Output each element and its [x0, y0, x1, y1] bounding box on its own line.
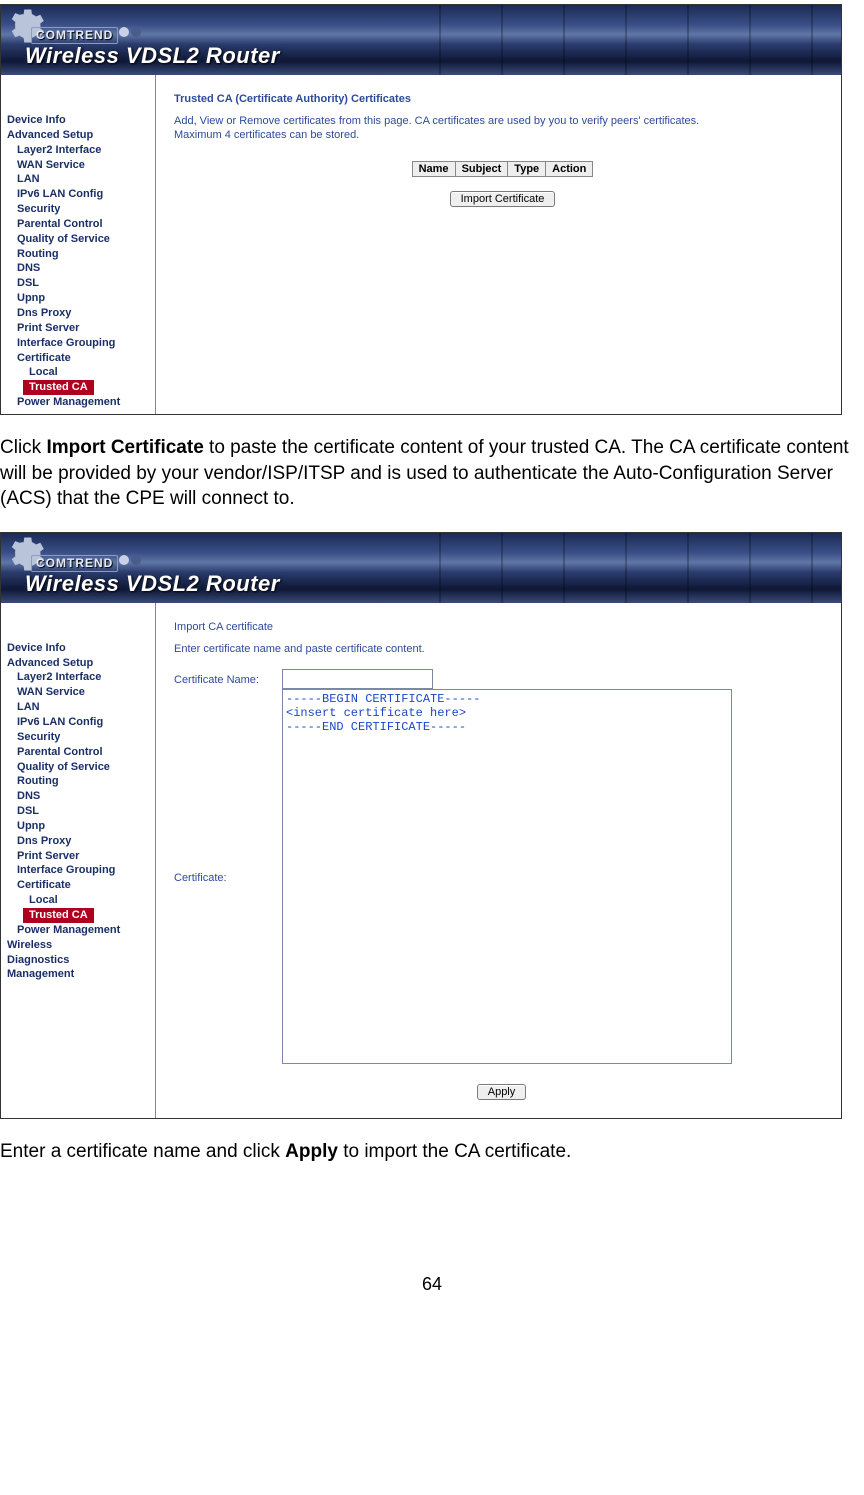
sidebar-item[interactable]: Certificate [7, 878, 155, 893]
apply-button[interactable]: Apply [477, 1084, 527, 1100]
sidebar-item[interactable]: Local [7, 893, 155, 908]
page-desc: Enter certificate name and paste certifi… [174, 643, 829, 655]
sidebar-item[interactable]: LAN [7, 700, 155, 715]
brand-label: COMTREND [31, 555, 118, 572]
sidebar-item[interactable]: Power Management [7, 395, 155, 410]
sidebar-item[interactable]: Quality of Service [7, 760, 155, 775]
status-dots [119, 27, 141, 37]
sidebar-item[interactable]: Management [7, 967, 155, 982]
sidebar-item[interactable]: Security [7, 202, 155, 217]
cert-name-label: Certificate Name: [174, 672, 274, 686]
sidebar-item[interactable]: Routing [7, 774, 155, 789]
sidebar-item[interactable]: Print Server [7, 849, 155, 864]
status-dots [119, 555, 141, 565]
nav-sidebar: Device InfoAdvanced SetupLayer2 Interfac… [1, 75, 156, 414]
sidebar-item[interactable]: Diagnostics [7, 953, 155, 968]
sidebar-item[interactable]: Dns Proxy [7, 306, 155, 321]
sidebar-item[interactable]: IPv6 LAN Config [7, 715, 155, 730]
page-desc-2: Maximum 4 certificates can be stored. [174, 129, 831, 141]
certificates-table: NameSubjectTypeAction [412, 161, 594, 177]
banner-decor-bars [379, 5, 841, 75]
content-import-ca: Import CA certificate Enter certificate … [156, 603, 841, 1118]
sidebar-item[interactable]: LAN [7, 172, 155, 187]
router-screenshot-2: COMTREND Wireless VDSL2 Router Device In… [0, 532, 842, 1119]
sidebar-item[interactable]: Layer2 Interface [7, 670, 155, 685]
sidebar-item[interactable]: Interface Grouping [7, 863, 155, 878]
sidebar-item[interactable]: Upnp [7, 819, 155, 834]
doc-paragraph-1: Click Import Certificate to paste the ce… [0, 435, 864, 512]
page-number: 64 [0, 1274, 864, 1295]
sidebar-item[interactable]: DNS [7, 789, 155, 804]
sidebar-item[interactable]: WAN Service [7, 158, 155, 173]
sidebar-item[interactable]: Device Info [7, 113, 155, 128]
sidebar-item[interactable]: DSL [7, 804, 155, 819]
sidebar-item[interactable]: Advanced Setup [7, 656, 155, 671]
sidebar-item[interactable]: DSL [7, 276, 155, 291]
sidebar-item[interactable]: Dns Proxy [7, 834, 155, 849]
page-title: Trusted CA (Certificate Authority) Certi… [174, 93, 831, 105]
table-header: Type [508, 162, 546, 177]
router-screenshot-1: COMTREND Wireless VDSL2 Router Device In… [0, 4, 842, 415]
content-trusted-ca-list: Trusted CA (Certificate Authority) Certi… [156, 75, 841, 414]
sidebar-item[interactable]: WAN Service [7, 685, 155, 700]
cert-content-label: Certificate: [174, 689, 274, 1066]
sidebar-item[interactable]: Power Management [7, 923, 155, 938]
sidebar-item[interactable]: Parental Control [7, 745, 155, 760]
sidebar-item[interactable]: Parental Control [7, 217, 155, 232]
table-header: Name [412, 162, 455, 177]
banner-decor-bars [379, 533, 841, 603]
cert-name-input[interactable] [282, 669, 433, 689]
product-title: Wireless VDSL2 Router [25, 43, 280, 69]
sidebar-item[interactable]: Device Info [7, 641, 155, 656]
table-header: Action [546, 162, 593, 177]
sidebar-item[interactable]: Wireless [7, 938, 155, 953]
sidebar-item[interactable]: DNS [7, 261, 155, 276]
sidebar-item[interactable]: Routing [7, 247, 155, 262]
product-title: Wireless VDSL2 Router [25, 571, 280, 597]
sidebar-item[interactable]: Print Server [7, 321, 155, 336]
sidebar-item[interactable]: Security [7, 730, 155, 745]
doc-paragraph-2: Enter a certificate name and click Apply… [0, 1139, 864, 1165]
nav-sidebar: Device InfoAdvanced SetupLayer2 Interfac… [1, 603, 156, 1118]
sidebar-item[interactable]: IPv6 LAN Config [7, 187, 155, 202]
page-desc-1: Add, View or Remove certificates from th… [174, 115, 831, 127]
import-certificate-button[interactable]: Import Certificate [450, 191, 556, 207]
sidebar-item[interactable]: Trusted CA [23, 380, 94, 395]
brand-label: COMTREND [31, 27, 118, 44]
cert-content-textarea[interactable] [282, 689, 732, 1064]
sidebar-item[interactable]: Upnp [7, 291, 155, 306]
router-banner: COMTREND Wireless VDSL2 Router [1, 5, 841, 75]
sidebar-item[interactable]: Advanced Setup [7, 128, 155, 143]
sidebar-item[interactable]: Trusted CA [23, 908, 94, 923]
sidebar-item[interactable]: Certificate [7, 351, 155, 366]
page-title: Import CA certificate [174, 621, 829, 633]
sidebar-item[interactable]: Local [7, 365, 155, 380]
sidebar-item[interactable]: Layer2 Interface [7, 143, 155, 158]
sidebar-item[interactable]: Quality of Service [7, 232, 155, 247]
sidebar-item[interactable]: Interface Grouping [7, 336, 155, 351]
table-header: Subject [455, 162, 508, 177]
router-banner: COMTREND Wireless VDSL2 Router [1, 533, 841, 603]
